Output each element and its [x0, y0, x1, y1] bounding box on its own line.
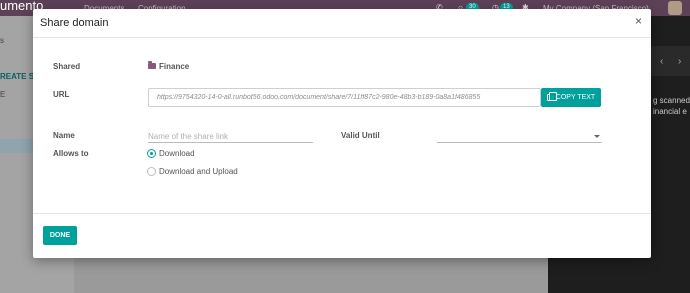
next-icon[interactable]: › — [678, 56, 681, 67]
share-dialog: Share domain × Shared Finance URL https:… — [33, 9, 651, 258]
done-button[interactable]: DONE — [43, 226, 77, 245]
dialog-header: Share domain × — [33, 9, 651, 38]
copy-text-button[interactable]: COPY TEXT — [541, 88, 601, 107]
dialog-title: Share domain — [40, 17, 109, 29]
left-fragment-top: s — [0, 36, 4, 45]
valid-until-select[interactable] — [437, 130, 602, 143]
avatar[interactable] — [668, 1, 682, 15]
url-field[interactable]: https://9754320-14-0-all.runbot56.odoo.c… — [148, 88, 541, 107]
folder-icon — [148, 61, 156, 69]
url-label: URL — [53, 90, 70, 99]
create-button[interactable]: REATE S — [0, 72, 34, 81]
dialog-footer: DONE — [33, 213, 651, 258]
prev-icon[interactable]: ‹ — [660, 56, 663, 67]
allows-to-label: Allows to — [53, 149, 89, 158]
shared-folder-name: Finance — [159, 62, 190, 71]
copy-text-label: COPY TEXT — [555, 94, 596, 101]
share-name-input[interactable] — [148, 131, 313, 143]
close-icon[interactable]: × — [635, 15, 642, 27]
valid-until-label: Valid Until — [341, 131, 380, 140]
name-label: Name — [53, 131, 75, 140]
url-value: https://9754320-14-0-all.runbot56.odoo.c… — [157, 94, 481, 101]
download-radio[interactable] — [147, 149, 156, 158]
preview-text: g scanned inancial e — [653, 96, 690, 116]
copy-icon — [546, 92, 557, 101]
download-upload-radio[interactable] — [147, 167, 156, 176]
download-upload-option-label[interactable]: Download and Upload — [159, 167, 238, 176]
caret-down-icon — [594, 135, 600, 138]
left-fragment-mid: E — [0, 90, 6, 99]
download-option-label[interactable]: Download — [159, 149, 195, 158]
shared-label: Shared — [53, 62, 81, 71]
